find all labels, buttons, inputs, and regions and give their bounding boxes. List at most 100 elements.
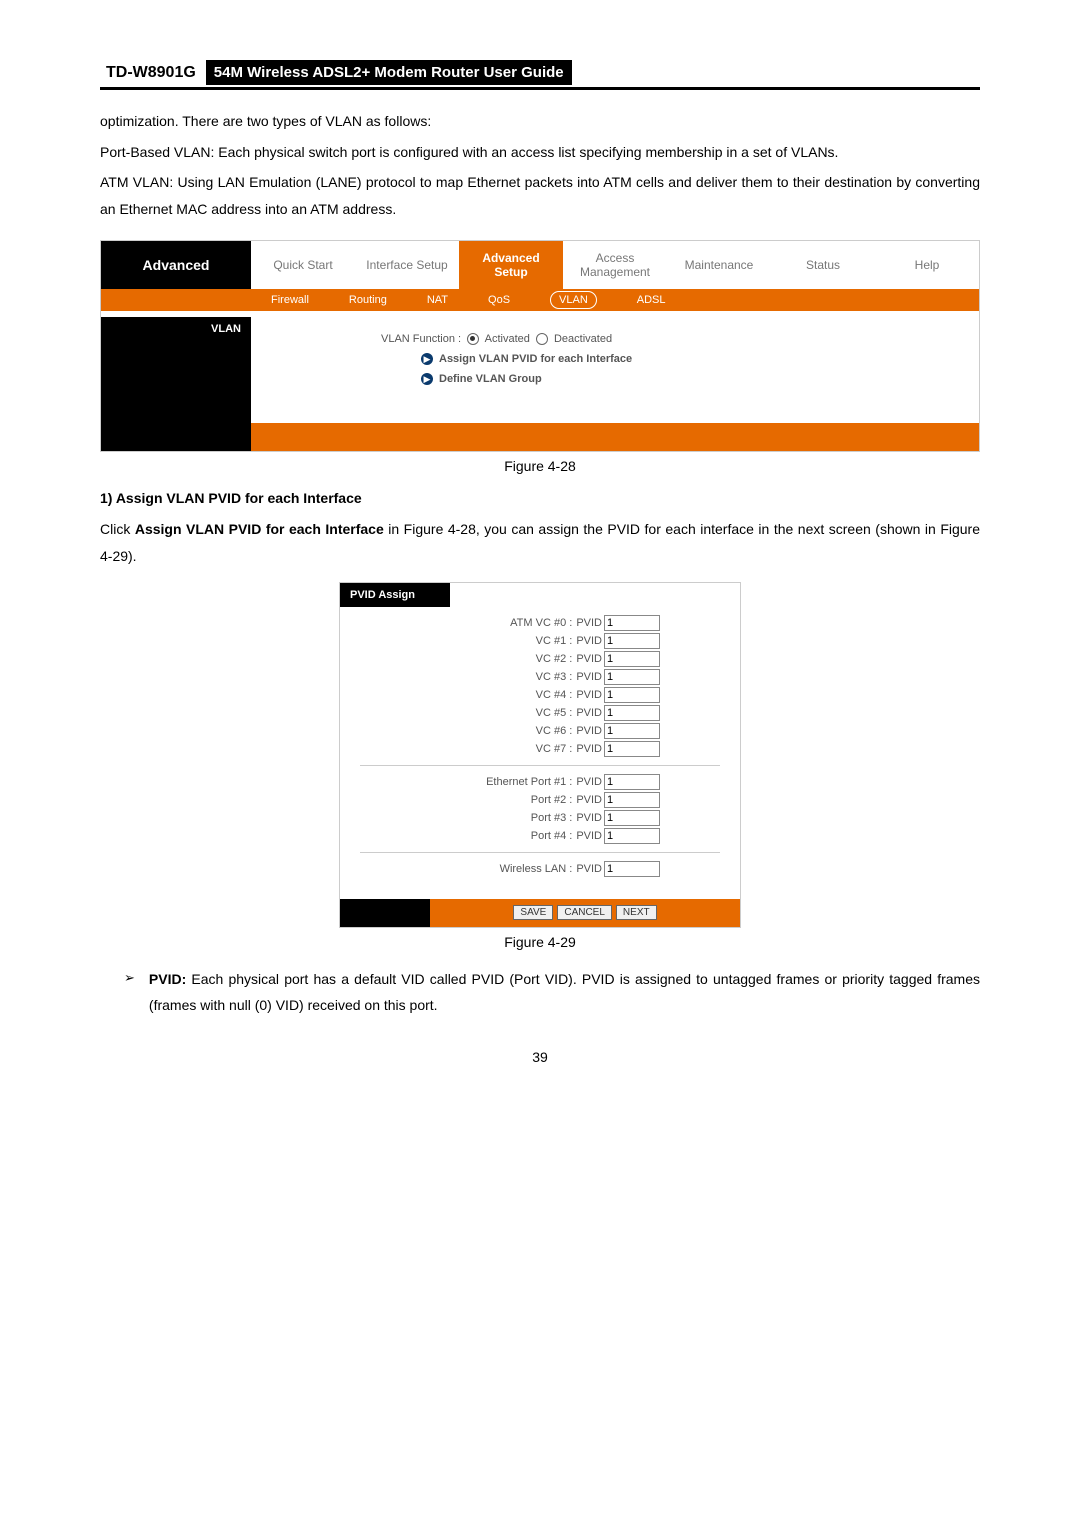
subtab-firewall[interactable]: Firewall bbox=[251, 289, 329, 311]
pvid-label: Port #3 : bbox=[531, 812, 573, 824]
arrow-right-icon: ▶ bbox=[421, 373, 433, 385]
fig1-section-label: VLAN bbox=[101, 317, 251, 423]
radio-activated[interactable] bbox=[467, 333, 479, 345]
paragraph-1: optimization. There are two types of VLA… bbox=[100, 108, 980, 135]
save-button[interactable]: SAVE bbox=[513, 905, 553, 920]
pvid-text: PVID bbox=[576, 863, 602, 875]
pvid-label: Port #2 : bbox=[531, 794, 573, 806]
pvid-label: VC #3 : bbox=[536, 671, 573, 683]
pvid-input-atm4[interactable] bbox=[604, 687, 660, 703]
pvid-text: PVID bbox=[576, 617, 602, 629]
subtab-vlan[interactable]: VLAN bbox=[530, 289, 617, 311]
subtab-routing[interactable]: Routing bbox=[329, 289, 407, 311]
pvid-row-atm2: VC #2 :PVID bbox=[360, 651, 720, 667]
divider-1 bbox=[360, 765, 720, 766]
pvid-row-atm6: VC #6 :PVID bbox=[360, 723, 720, 739]
pvid-row-atm5: VC #5 :PVID bbox=[360, 705, 720, 721]
bullet-content: PVID: Each physical port has a default V… bbox=[149, 966, 980, 1019]
page-header: TD-W8901G 54M Wireless ADSL2+ Modem Rout… bbox=[100, 60, 980, 90]
tab-help[interactable]: Help bbox=[875, 254, 979, 276]
pvid-input-atm2[interactable] bbox=[604, 651, 660, 667]
tab-status[interactable]: Status bbox=[771, 254, 875, 276]
pvid-row-atm0: ATM VC #0 : PVID bbox=[360, 615, 720, 631]
bullet-label: PVID: bbox=[149, 971, 186, 987]
caption-fig428: Figure 4-28 bbox=[100, 458, 980, 474]
bullet-marker-icon: ➢ bbox=[124, 966, 135, 1019]
pvid-text: PVID bbox=[576, 707, 602, 719]
divider-2 bbox=[360, 852, 720, 853]
subtab-nat[interactable]: NAT bbox=[407, 289, 468, 311]
fig1-page-title: Advanced bbox=[101, 241, 251, 289]
pvid-input-atm6[interactable] bbox=[604, 723, 660, 739]
pvid-text: PVID bbox=[576, 689, 602, 701]
fig2-header-spacer bbox=[450, 583, 740, 607]
pvid-text: PVID bbox=[576, 743, 602, 755]
subtab-qos[interactable]: QoS bbox=[468, 289, 530, 311]
tab-advanced-setup[interactable]: Advanced Setup bbox=[459, 241, 563, 289]
pvid-text: PVID bbox=[576, 812, 602, 824]
fig2-footer: SAVE CANCEL NEXT bbox=[340, 899, 740, 927]
tab-quick-start[interactable]: Quick Start bbox=[251, 254, 355, 276]
tab-maintenance[interactable]: Maintenance bbox=[667, 254, 771, 276]
fig2-header: PVID Assign bbox=[340, 583, 740, 607]
tab-access-management[interactable]: Access Management bbox=[563, 247, 667, 283]
pvid-input-atm3[interactable] bbox=[604, 669, 660, 685]
pvid-wlan-row: Wireless LAN : PVID bbox=[360, 861, 720, 877]
pvid-input-eth2[interactable] bbox=[604, 810, 660, 826]
pvid-wlan-input[interactable] bbox=[604, 861, 660, 877]
fig1-footer-right bbox=[251, 423, 979, 451]
pvid-input-eth1[interactable] bbox=[604, 792, 660, 808]
pvid-input-eth0[interactable] bbox=[604, 774, 660, 790]
vlan-function-row: VLAN Function : Activated Deactivated bbox=[261, 333, 969, 345]
pvid-label: VC #6 : bbox=[536, 725, 573, 737]
next-button[interactable]: NEXT bbox=[616, 905, 657, 920]
section-1-body: Click Assign VLAN PVID for each Interfac… bbox=[100, 516, 980, 569]
pvid-row-eth1: Port #2 :PVID bbox=[360, 792, 720, 808]
pvid-input-atm0[interactable] bbox=[604, 615, 660, 631]
pvid-row-atm3: VC #3 :PVID bbox=[360, 669, 720, 685]
pvid-label: ATM VC #0 : bbox=[510, 617, 572, 629]
pvid-input-atm7[interactable] bbox=[604, 741, 660, 757]
pvid-text: PVID bbox=[576, 725, 602, 737]
subtab-adsl[interactable]: ADSL bbox=[617, 289, 686, 311]
pvid-text: PVID bbox=[576, 653, 602, 665]
caption-fig429: Figure 4-29 bbox=[100, 934, 980, 950]
paragraph-2: Port-Based VLAN: Each physical switch po… bbox=[100, 139, 980, 166]
vlan-function-label: VLAN Function : bbox=[381, 333, 461, 345]
figure-4-29: PVID Assign ATM VC #0 :PVIDVC #1 :PVIDVC… bbox=[339, 582, 741, 928]
pvid-input-atm1[interactable] bbox=[604, 633, 660, 649]
pvid-row-atm1: VC #1 :PVID bbox=[360, 633, 720, 649]
pvid-input-eth3[interactable] bbox=[604, 828, 660, 844]
pvid-text: PVID bbox=[576, 794, 602, 806]
fig2-footer-left bbox=[340, 899, 430, 927]
pvid-label: Port #4 : bbox=[531, 830, 573, 842]
bullet-text: Each physical port has a default VID cal… bbox=[149, 971, 980, 1014]
radio-deactivated[interactable] bbox=[536, 333, 548, 345]
pvid-row-eth2: Port #3 :PVID bbox=[360, 810, 720, 826]
fig2-body: ATM VC #0 :PVIDVC #1 :PVIDVC #2 :PVIDVC … bbox=[340, 607, 740, 899]
fig1-subtabs: Firewall Routing NAT QoS VLAN ADSL bbox=[101, 289, 979, 311]
header-title: 54M Wireless ADSL2+ Modem Router User Gu… bbox=[206, 60, 572, 85]
fig1-footer bbox=[101, 423, 979, 451]
header-model: TD-W8901G bbox=[100, 62, 202, 84]
pvid-text: PVID bbox=[576, 776, 602, 788]
radio-activated-label: Activated bbox=[485, 333, 530, 345]
fig1-main-tabs: Quick Start Interface Setup Advanced Set… bbox=[251, 241, 979, 289]
fig1-topbar: Advanced Quick Start Interface Setup Adv… bbox=[101, 241, 979, 289]
link-assign-pvid[interactable]: ▶ Assign VLAN PVID for each Interface bbox=[261, 353, 969, 365]
fig2-header-label: PVID Assign bbox=[340, 583, 450, 607]
pvid-label: VC #4 : bbox=[536, 689, 573, 701]
link-define-vlan-group[interactable]: ▶ Define VLAN Group bbox=[261, 373, 969, 385]
figure-4-28: Advanced Quick Start Interface Setup Adv… bbox=[100, 240, 980, 452]
cancel-button[interactable]: CANCEL bbox=[557, 905, 612, 920]
pvid-label: VC #5 : bbox=[536, 707, 573, 719]
tab-interface-setup[interactable]: Interface Setup bbox=[355, 254, 459, 276]
pvid-label: VC #1 : bbox=[536, 635, 573, 647]
pvid-row-eth0: Ethernet Port #1 :PVID bbox=[360, 774, 720, 790]
section-1-heading: 1) Assign VLAN PVID for each Interface bbox=[100, 490, 980, 506]
pvid-input-atm5[interactable] bbox=[604, 705, 660, 721]
s1-bold: Assign VLAN PVID for each Interface bbox=[135, 521, 384, 537]
pvid-wlan-label: Wireless LAN : bbox=[500, 863, 573, 875]
link-assign-pvid-label: Assign VLAN PVID for each Interface bbox=[439, 353, 632, 365]
pvid-label: VC #2 : bbox=[536, 653, 573, 665]
